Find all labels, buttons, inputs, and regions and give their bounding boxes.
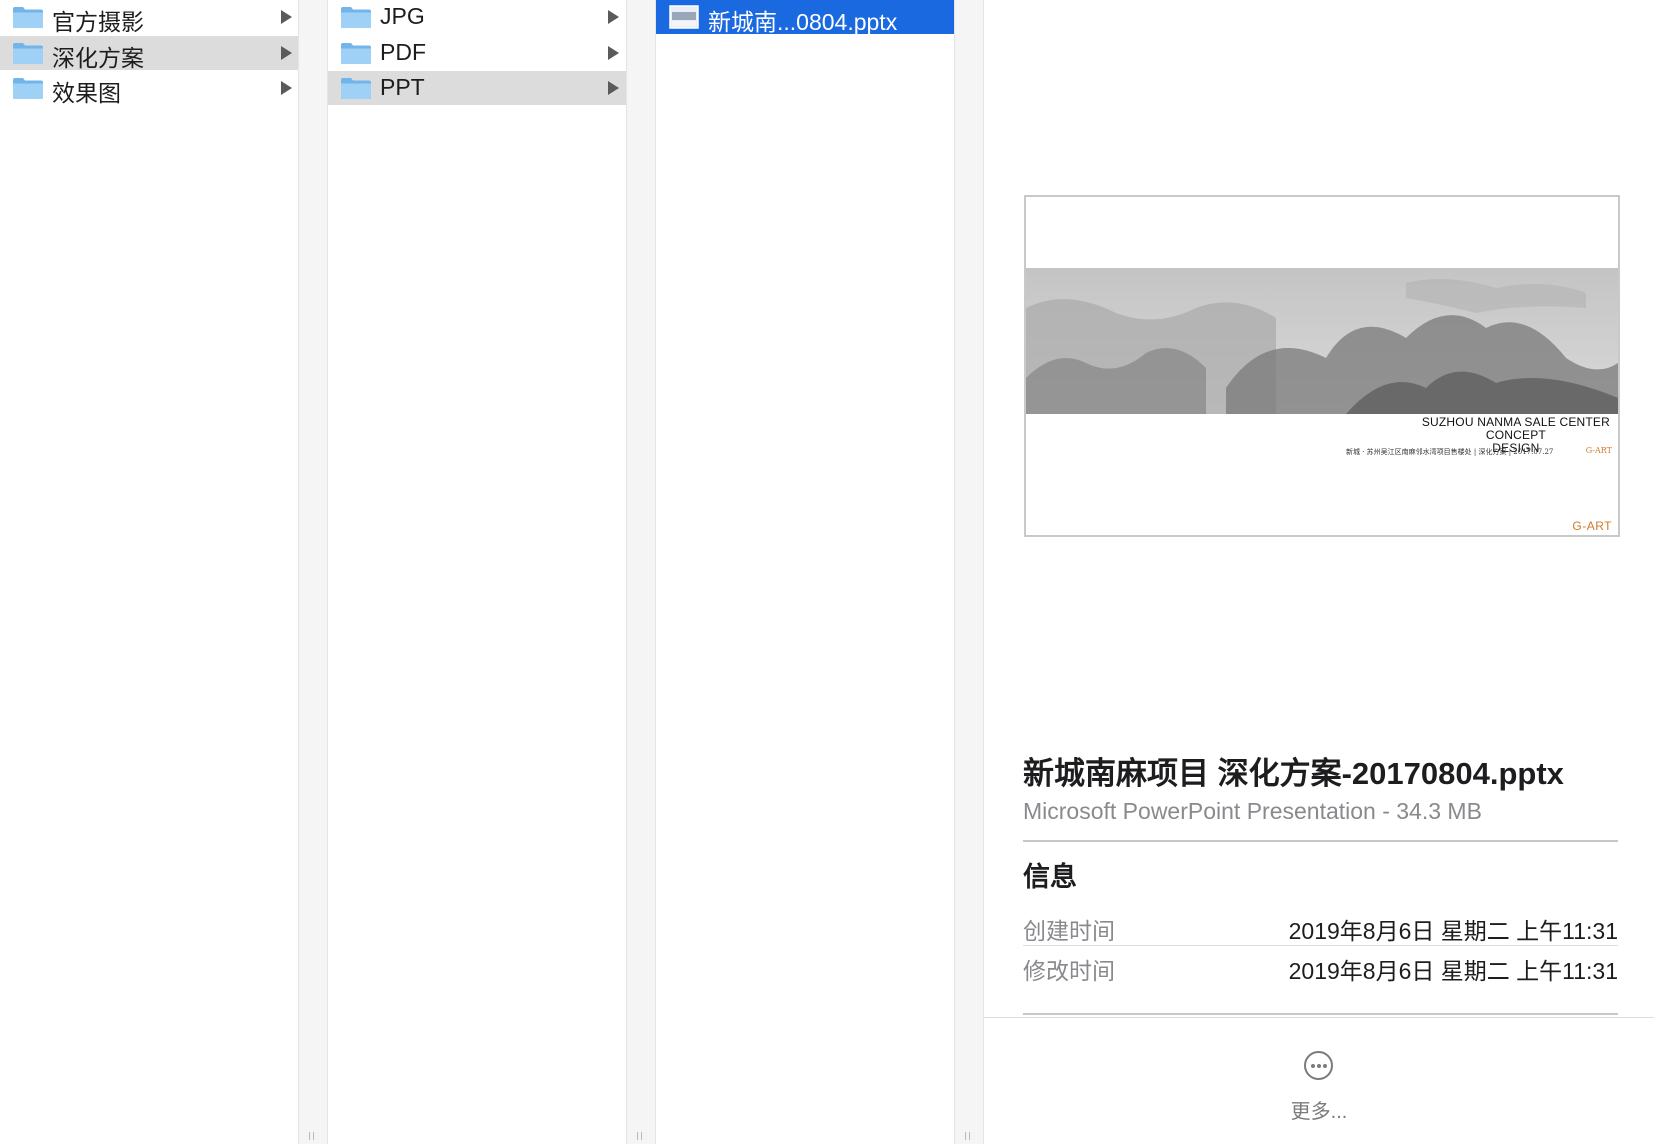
info-key: 创建时间 <box>1023 918 1115 944</box>
file-row-pptx[interactable]: 新城南...0804.pptx <box>656 0 954 35</box>
info-value: 2019年8月6日 星期二 上午11:31 <box>1288 958 1618 984</box>
folder-icon <box>13 7 43 28</box>
folder-icon <box>341 78 371 99</box>
column-1: 官方摄影 深化方案 效果图 <box>0 0 299 1144</box>
folder-icon <box>13 78 43 99</box>
more-button-label[interactable]: 更多... <box>1284 1095 1354 1124</box>
folder-label: 深化方案 <box>52 45 144 71</box>
thumbnail-logo-small: G-ART <box>1585 446 1612 455</box>
info-key: 修改时间 <box>1023 958 1115 984</box>
info-row-modified: 修改时间 2019年8月6日 星期二 上午11:31 <box>1023 946 1618 984</box>
pptx-file-icon <box>669 5 699 29</box>
file-thumbnail[interactable]: SUZHOU NANMA SALE CENTER CONCEPT DESIGN … <box>1024 195 1620 537</box>
info-value: 2019年8月6日 星期二 上午11:31 <box>1288 918 1618 944</box>
more-icon[interactable] <box>1304 1051 1333 1080</box>
folder-icon <box>13 43 43 64</box>
landscape-painting-image <box>1026 268 1618 414</box>
disclosure-arrow-icon <box>281 81 292 95</box>
file-label: 新城南...0804.pptx <box>708 9 898 35</box>
folder-row-ppt[interactable]: PPT <box>328 71 626 105</box>
resize-handle-icon[interactable] <box>963 1132 973 1140</box>
divider <box>1023 1013 1618 1015</box>
divider <box>1023 840 1618 842</box>
disclosure-arrow-icon <box>281 46 292 60</box>
divider <box>984 1017 1654 1018</box>
folder-label: JPG <box>380 3 425 29</box>
folder-row-xiaoguotu[interactable]: 效果图 <box>0 71 298 106</box>
column-2: JPG PDF PPT <box>328 0 627 1144</box>
folder-label: 官方摄影 <box>52 9 144 35</box>
folder-icon <box>341 43 371 64</box>
file-kind-size: Microsoft PowerPoint Presentation - 34.3… <box>1023 798 1482 824</box>
folder-label: PPT <box>380 74 425 100</box>
disclosure-arrow-icon <box>608 81 619 95</box>
folder-label: 效果图 <box>52 80 121 106</box>
folder-icon <box>341 7 371 28</box>
file-name: 新城南麻项目 深化方案-20170804.pptx <box>1023 756 1564 791</box>
disclosure-arrow-icon <box>608 46 619 60</box>
column-resize-gap[interactable] <box>299 0 328 1144</box>
resize-handle-icon[interactable] <box>307 1132 317 1140</box>
column-3: 新城南...0804.pptx <box>656 0 955 1144</box>
thumbnail-logo: G-ART <box>1572 519 1612 533</box>
info-row-created: 创建时间 2019年8月6日 星期二 上午11:31 <box>1023 906 1618 944</box>
folder-row-jpg[interactable]: JPG <box>328 0 626 34</box>
disclosure-arrow-icon <box>281 10 292 24</box>
folder-row-guanfang[interactable]: 官方摄影 <box>0 0 298 35</box>
thumbnail-subtitle: 新城 · 苏州吴江区南麻邻水湾项目售楼处 | 深化方案 | 2017.07.27 <box>1346 448 1554 456</box>
disclosure-arrow-icon <box>608 10 619 24</box>
column-resize-gap[interactable] <box>955 0 984 1144</box>
preview-pane: SUZHOU NANMA SALE CENTER CONCEPT DESIGN … <box>984 0 1654 1144</box>
folder-row-pdf[interactable]: PDF <box>328 36 626 70</box>
folder-row-shenhua[interactable]: 深化方案 <box>0 36 298 71</box>
column-resize-gap[interactable] <box>627 0 656 1144</box>
info-heading: 信息 <box>1023 862 1077 892</box>
resize-handle-icon[interactable] <box>635 1132 645 1140</box>
folder-label: PDF <box>380 39 426 65</box>
